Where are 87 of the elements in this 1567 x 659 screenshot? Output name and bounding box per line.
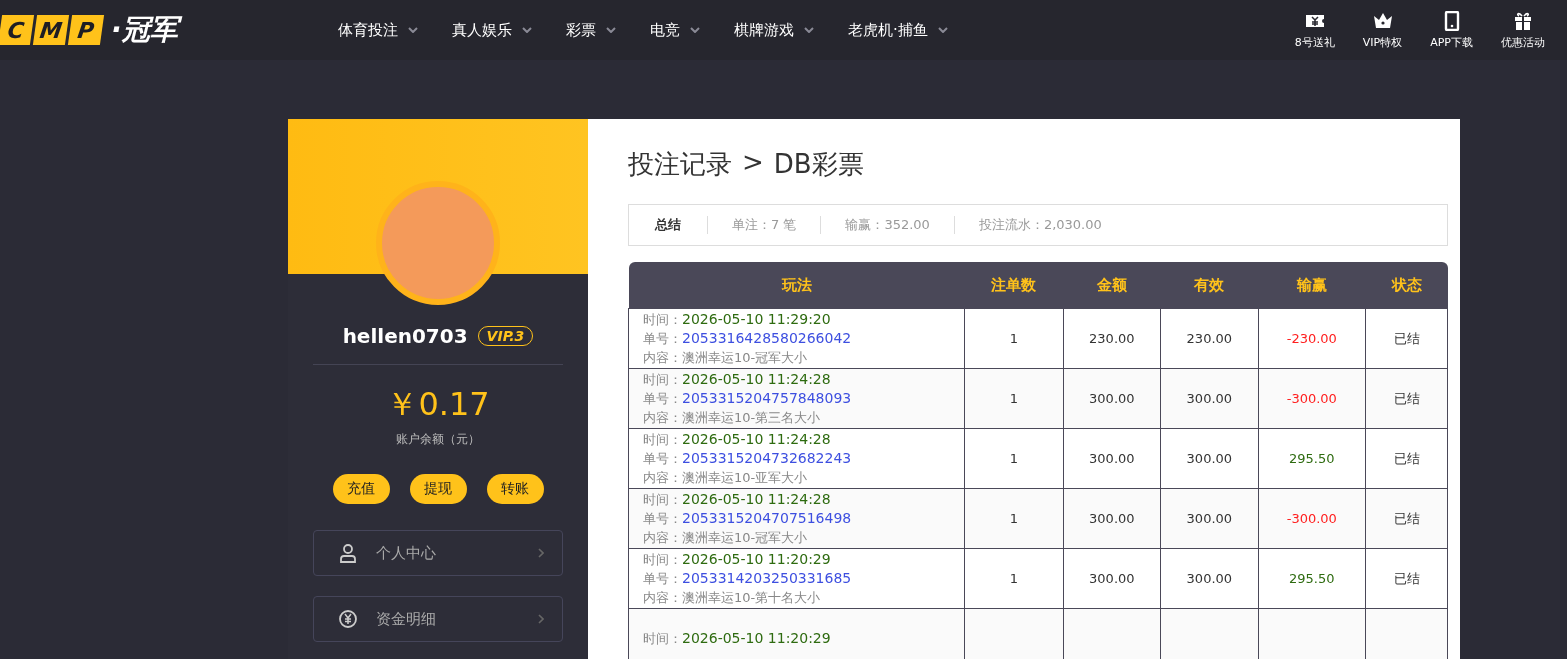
nav-menu-item[interactable]: 棋牌游戏 [734, 20, 814, 40]
summary-stat: 投注流水：2,030.00 [977, 216, 1103, 234]
table-cell: 已结 [1393, 330, 1420, 346]
bet-number: 单号：2053316428580266042 [643, 329, 853, 348]
chevron-right-icon [538, 548, 544, 558]
table-cell: 300.00 [1186, 571, 1233, 586]
action-button[interactable]: 转账 [486, 474, 544, 504]
breadcrumb-text: DB彩票 [773, 148, 864, 181]
table-cell: 295.50 [1289, 451, 1335, 466]
table-cell: 1 [1009, 451, 1018, 466]
sidebar-menu-item[interactable]: 资金明细 [313, 596, 563, 642]
summary-stat: 输赢：352.00 [821, 216, 955, 234]
breadcrumb-text: 投注记录 [628, 148, 732, 181]
action-button[interactable]: 提现 [409, 474, 467, 504]
nav-menu-item[interactable]: 老虎机·捕鱼 [848, 20, 948, 40]
nav-menu-item[interactable]: 真人娱乐 [452, 20, 532, 40]
bet-content: 内容：澳洲幸运10-第三名大小 [643, 409, 822, 427]
table-cell: 已结 [1393, 390, 1420, 406]
table-cell: -230.00 [1286, 331, 1337, 346]
table-cell: 已结 [1393, 510, 1420, 526]
bet-number: 单号：2053314203250331685 [643, 569, 853, 588]
bet-number: 单号：2053315204757848093 [643, 389, 853, 408]
quick-link[interactable]: 8号送礼 [1294, 10, 1335, 50]
column-header: 状态 [1365, 262, 1448, 309]
column-header: 有效 [1160, 262, 1259, 309]
bet-number: 单号：2053315204732682243 [643, 449, 853, 468]
table-cell: 300.00 [1089, 451, 1135, 466]
table-cell: -300.00 [1286, 391, 1337, 406]
chevron-down-icon [522, 27, 532, 33]
column-header: 注单数 [964, 262, 1064, 309]
sidebar-menu-item[interactable]: 个人中心 [313, 530, 563, 576]
table-cell: 300.00 [1089, 571, 1135, 586]
table-cell: 300.00 [1186, 391, 1233, 406]
chevron-down-icon [804, 27, 814, 33]
yen-cycle-icon [338, 609, 358, 629]
table-cell: 295.50 [1289, 571, 1335, 586]
summary-stat: 单注：7 笔 [708, 216, 822, 234]
nav-menu-item[interactable]: 体育投注 [338, 20, 418, 40]
breadcrumb-text: > [742, 147, 764, 179]
quick-link[interactable]: 优惠活动 [1501, 10, 1545, 50]
chevron-down-icon [690, 27, 700, 33]
gift-icon [1513, 10, 1533, 31]
bet-content: 内容：澳洲幸运10-第十名大小 [643, 589, 822, 607]
table-cell: 1 [1009, 571, 1018, 586]
bet-time: 时间：2026-05-10 11:24:28 [643, 430, 832, 449]
logo-letter: C [0, 15, 35, 45]
username: hellen0703 [342, 324, 468, 348]
bet-content: 内容：澳洲幸运10-冠军大小 [643, 349, 809, 367]
user-icon [338, 543, 358, 563]
chevron-down-icon [937, 27, 948, 33]
bet-time: 时间：2026-05-10 11:29:20 [643, 310, 832, 329]
bet-time: 时间：2026-05-10 11:24:28 [643, 490, 832, 509]
nav-menu-item[interactable]: 电竞 [650, 20, 700, 40]
bet-time: 时间：2026-05-10 11:20:29 [643, 629, 832, 648]
bet-content: 内容：澳洲幸运10-冠军大小 [643, 529, 809, 547]
chevron-right-icon [538, 614, 544, 624]
column-header: 玩法 [628, 262, 965, 309]
table-cell: 1 [1009, 511, 1018, 526]
action-button[interactable]: 充值 [332, 474, 390, 504]
logo-text: ·冠军 [109, 12, 184, 48]
nav-menu-item[interactable]: 彩票 [566, 20, 616, 40]
logo-letter: P [67, 15, 105, 45]
table-cell: 1 [1009, 331, 1018, 346]
table-cell: 300.00 [1089, 511, 1135, 526]
chevron-down-icon [408, 27, 418, 33]
balance-label: 账户余额（元） [396, 431, 480, 448]
column-header: 输赢 [1258, 262, 1366, 309]
table-cell: 300.00 [1089, 391, 1135, 406]
quick-link[interactable]: VIP特权 [1362, 10, 1403, 50]
quick-link[interactable]: APP下载 [1430, 10, 1473, 50]
bet-time: 时间：2026-05-10 11:24:28 [643, 370, 832, 389]
table-cell: 300.00 [1186, 511, 1233, 526]
logo-letter: M [32, 15, 70, 45]
bet-content: 内容：澳洲幸运10-亚军大小 [643, 469, 809, 487]
bet-number: 单号：2053315204707516498 [643, 509, 853, 528]
table-cell: 已结 [1393, 570, 1420, 586]
summary-title: 总结 [629, 216, 708, 234]
balance-amount: ￥0.17 [386, 384, 490, 425]
chevron-down-icon [606, 27, 616, 33]
table-cell: 1 [1009, 391, 1018, 406]
bet-time: 时间：2026-05-10 11:20:29 [643, 550, 832, 569]
column-header: 金额 [1063, 262, 1161, 309]
table-cell: 230.00 [1089, 331, 1135, 346]
table-cell: 300.00 [1186, 451, 1233, 466]
table-cell: 已结 [1393, 450, 1420, 466]
table-cell: -300.00 [1286, 511, 1337, 526]
table-cell: 230.00 [1186, 331, 1233, 346]
